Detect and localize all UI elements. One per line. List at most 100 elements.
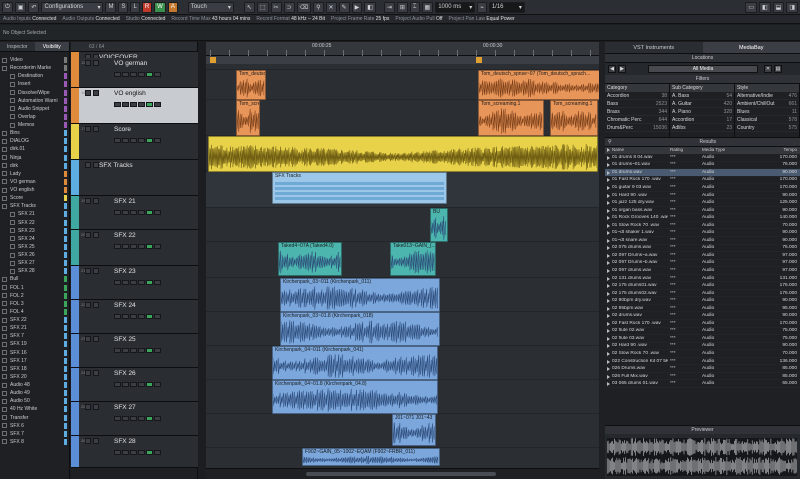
result-row[interactable]: 02 drums.wav *** Audio 90.000 <box>605 312 800 321</box>
visibility-item[interactable]: Bull <box>0 275 69 283</box>
location-dropdown[interactable]: All Media <box>648 65 758 73</box>
edit-button[interactable] <box>146 102 153 107</box>
monitor-button[interactable] <box>114 72 121 77</box>
read-button[interactable] <box>130 72 137 77</box>
filter-value-row[interactable]: A. Guitar 420 <box>670 100 734 108</box>
write-button[interactable] <box>138 244 145 249</box>
state-m-button[interactable]: M <box>105 1 117 13</box>
monitor-button[interactable] <box>114 314 121 319</box>
record-button[interactable] <box>122 450 129 455</box>
result-row[interactable]: 03 065 drums 01.wav *** Audio 65.000 <box>605 380 800 388</box>
visibility-checkbox[interactable] <box>2 366 7 372</box>
visibility-checkbox[interactable] <box>2 146 7 152</box>
draw-tool-icon[interactable]: ✎ <box>338 1 350 13</box>
mute-icon[interactable] <box>85 232 91 238</box>
result-row[interactable]: 026 Drums.wav *** Audio 85.000 <box>605 365 800 373</box>
track-name[interactable]: SFX 22 <box>114 232 136 239</box>
constrain-delay-button[interactable]: ▣ <box>14 1 27 13</box>
mute-tool-icon[interactable]: ✕ <box>325 1 337 13</box>
tab-visibility[interactable]: Visibility <box>34 42 69 51</box>
visibility-item[interactable]: SFX 28 <box>0 267 69 275</box>
solo-icon[interactable] <box>93 90 99 96</box>
visibility-checkbox[interactable] <box>10 268 15 274</box>
lanes-button[interactable] <box>154 280 161 285</box>
audio-event[interactable]: Take013~GAIN_(... <box>390 242 436 276</box>
visibility-item[interactable]: SFX 18 <box>0 365 69 373</box>
edit-button[interactable] <box>146 348 153 353</box>
write-button[interactable] <box>138 102 145 107</box>
read-button[interactable] <box>130 382 137 387</box>
solo-icon[interactable] <box>93 404 99 410</box>
filter-value-row[interactable]: Bass 2523 <box>605 100 669 108</box>
visibility-item[interactable]: SFX 7 <box>0 332 69 340</box>
solo-icon[interactable] <box>93 198 99 204</box>
record-button[interactable] <box>122 348 129 353</box>
filter-value-row[interactable]: Ambient/ChillOut 661 <box>735 100 799 108</box>
result-row[interactable]: 01 Fast Rock 170 .wav *** Audio 170.000 <box>605 177 800 185</box>
results-column-title[interactable]: Name <box>605 147 668 154</box>
audio-event[interactable]: Kirchenpark_04~01.8 (Kirchenpark_04.8) <box>272 380 438 414</box>
visibility-checkbox[interactable] <box>2 333 7 339</box>
tab-vst-instruments[interactable]: VST Instruments <box>605 42 703 53</box>
visibility-checkbox[interactable] <box>2 65 7 71</box>
track-lane[interactable] <box>206 208 599 242</box>
visibility-checkbox[interactable] <box>10 228 15 234</box>
filter-value-row[interactable]: Blues 11 <box>735 108 799 116</box>
result-row[interactable]: 02 Fast Rock 170 .wav *** Audio 170.000 <box>605 320 800 328</box>
visibility-item[interactable]: SFX 27 <box>0 259 69 267</box>
record-button[interactable] <box>122 280 129 285</box>
result-row[interactable]: 02 175 drums01.wav *** Audio 175.000 <box>605 282 800 290</box>
visibility-checkbox[interactable] <box>2 130 7 136</box>
track-header[interactable]: 19 SFX 21 <box>71 196 198 230</box>
visibility-item[interactable]: Overlap <box>0 113 69 121</box>
mute-icon[interactable] <box>85 370 91 376</box>
visibility-checkbox[interactable] <box>2 398 7 404</box>
visibility-item[interactable]: SFX 24 <box>0 235 69 243</box>
marker[interactable] <box>210 57 216 63</box>
lower-zone-toggle-icon[interactable]: ⬓ <box>772 1 785 13</box>
marker[interactable] <box>476 57 482 63</box>
track-header[interactable]: 21 SFX 23 <box>71 266 198 300</box>
result-row[interactable]: 01 jazz 125 dry.wav *** Audio 125.000 <box>605 199 800 207</box>
read-button[interactable] <box>130 280 137 285</box>
visibility-item[interactable]: SFX 23 <box>0 227 69 235</box>
mute-icon[interactable] <box>85 404 91 410</box>
filter-value-row[interactable]: Classical 578 <box>735 116 799 124</box>
grid-type-icon[interactable]: ▦ <box>421 1 434 13</box>
visibility-checkbox[interactable] <box>2 138 7 144</box>
result-row[interactable]: 01 drums~01.wav *** Audio 76.000 <box>605 162 800 170</box>
solo-icon[interactable] <box>93 336 99 342</box>
result-row[interactable]: 02 131 drums.wav *** Audio 131.000 <box>605 275 800 283</box>
visibility-item[interactable]: FOL 3 <box>0 300 69 308</box>
solo-icon[interactable] <box>93 370 99 376</box>
visibility-item[interactable]: Audio 50 <box>0 397 69 405</box>
visibility-checkbox[interactable] <box>2 325 7 331</box>
visibility-item[interactable]: Lady <box>0 170 69 178</box>
activate-project-button[interactable]: ⏻ <box>2 1 13 13</box>
window-layout-icon[interactable]: ▭ <box>745 1 757 13</box>
split-tool-icon[interactable]: ✂ <box>270 1 282 13</box>
visibility-item[interactable]: Transfer <box>0 414 69 422</box>
zoom-tool-icon[interactable]: ⚲ <box>313 1 324 13</box>
monitor-button[interactable] <box>114 280 121 285</box>
play-tool-icon[interactable]: ▶ <box>351 1 363 13</box>
ruler[interactable]: 00:00:25 00:00:30 <box>206 42 599 56</box>
lanes-button[interactable] <box>154 450 161 455</box>
track-header[interactable]: 16 VO english <box>71 88 198 124</box>
audio-event[interactable]: Tom_screaming.1 <box>550 100 598 136</box>
visibility-item[interactable]: Audio 49 <box>0 389 69 397</box>
visibility-checkbox[interactable] <box>10 73 15 79</box>
track-header[interactable]: 25 SFX 27 <box>71 402 198 436</box>
write-button[interactable] <box>138 416 145 421</box>
visibility-checkbox[interactable] <box>10 236 15 242</box>
lanes-button[interactable] <box>154 314 161 319</box>
visibility-item[interactable]: Ninja <box>0 154 69 162</box>
quantize-value-dropdown[interactable]: 1/16 ▾ <box>488 1 525 13</box>
visibility-checkbox[interactable] <box>2 179 7 185</box>
visibility-item[interactable]: dirk.01 <box>0 145 69 153</box>
result-row[interactable]: 01 guitar 9 03.wav *** Audio 170.000 <box>605 184 800 192</box>
solo-icon[interactable] <box>93 302 99 308</box>
result-row[interactable]: 01~dt snare.wav *** Audio 90.000 <box>605 237 800 245</box>
visibility-checkbox[interactable] <box>2 358 7 364</box>
visibility-checkbox[interactable] <box>2 406 7 412</box>
